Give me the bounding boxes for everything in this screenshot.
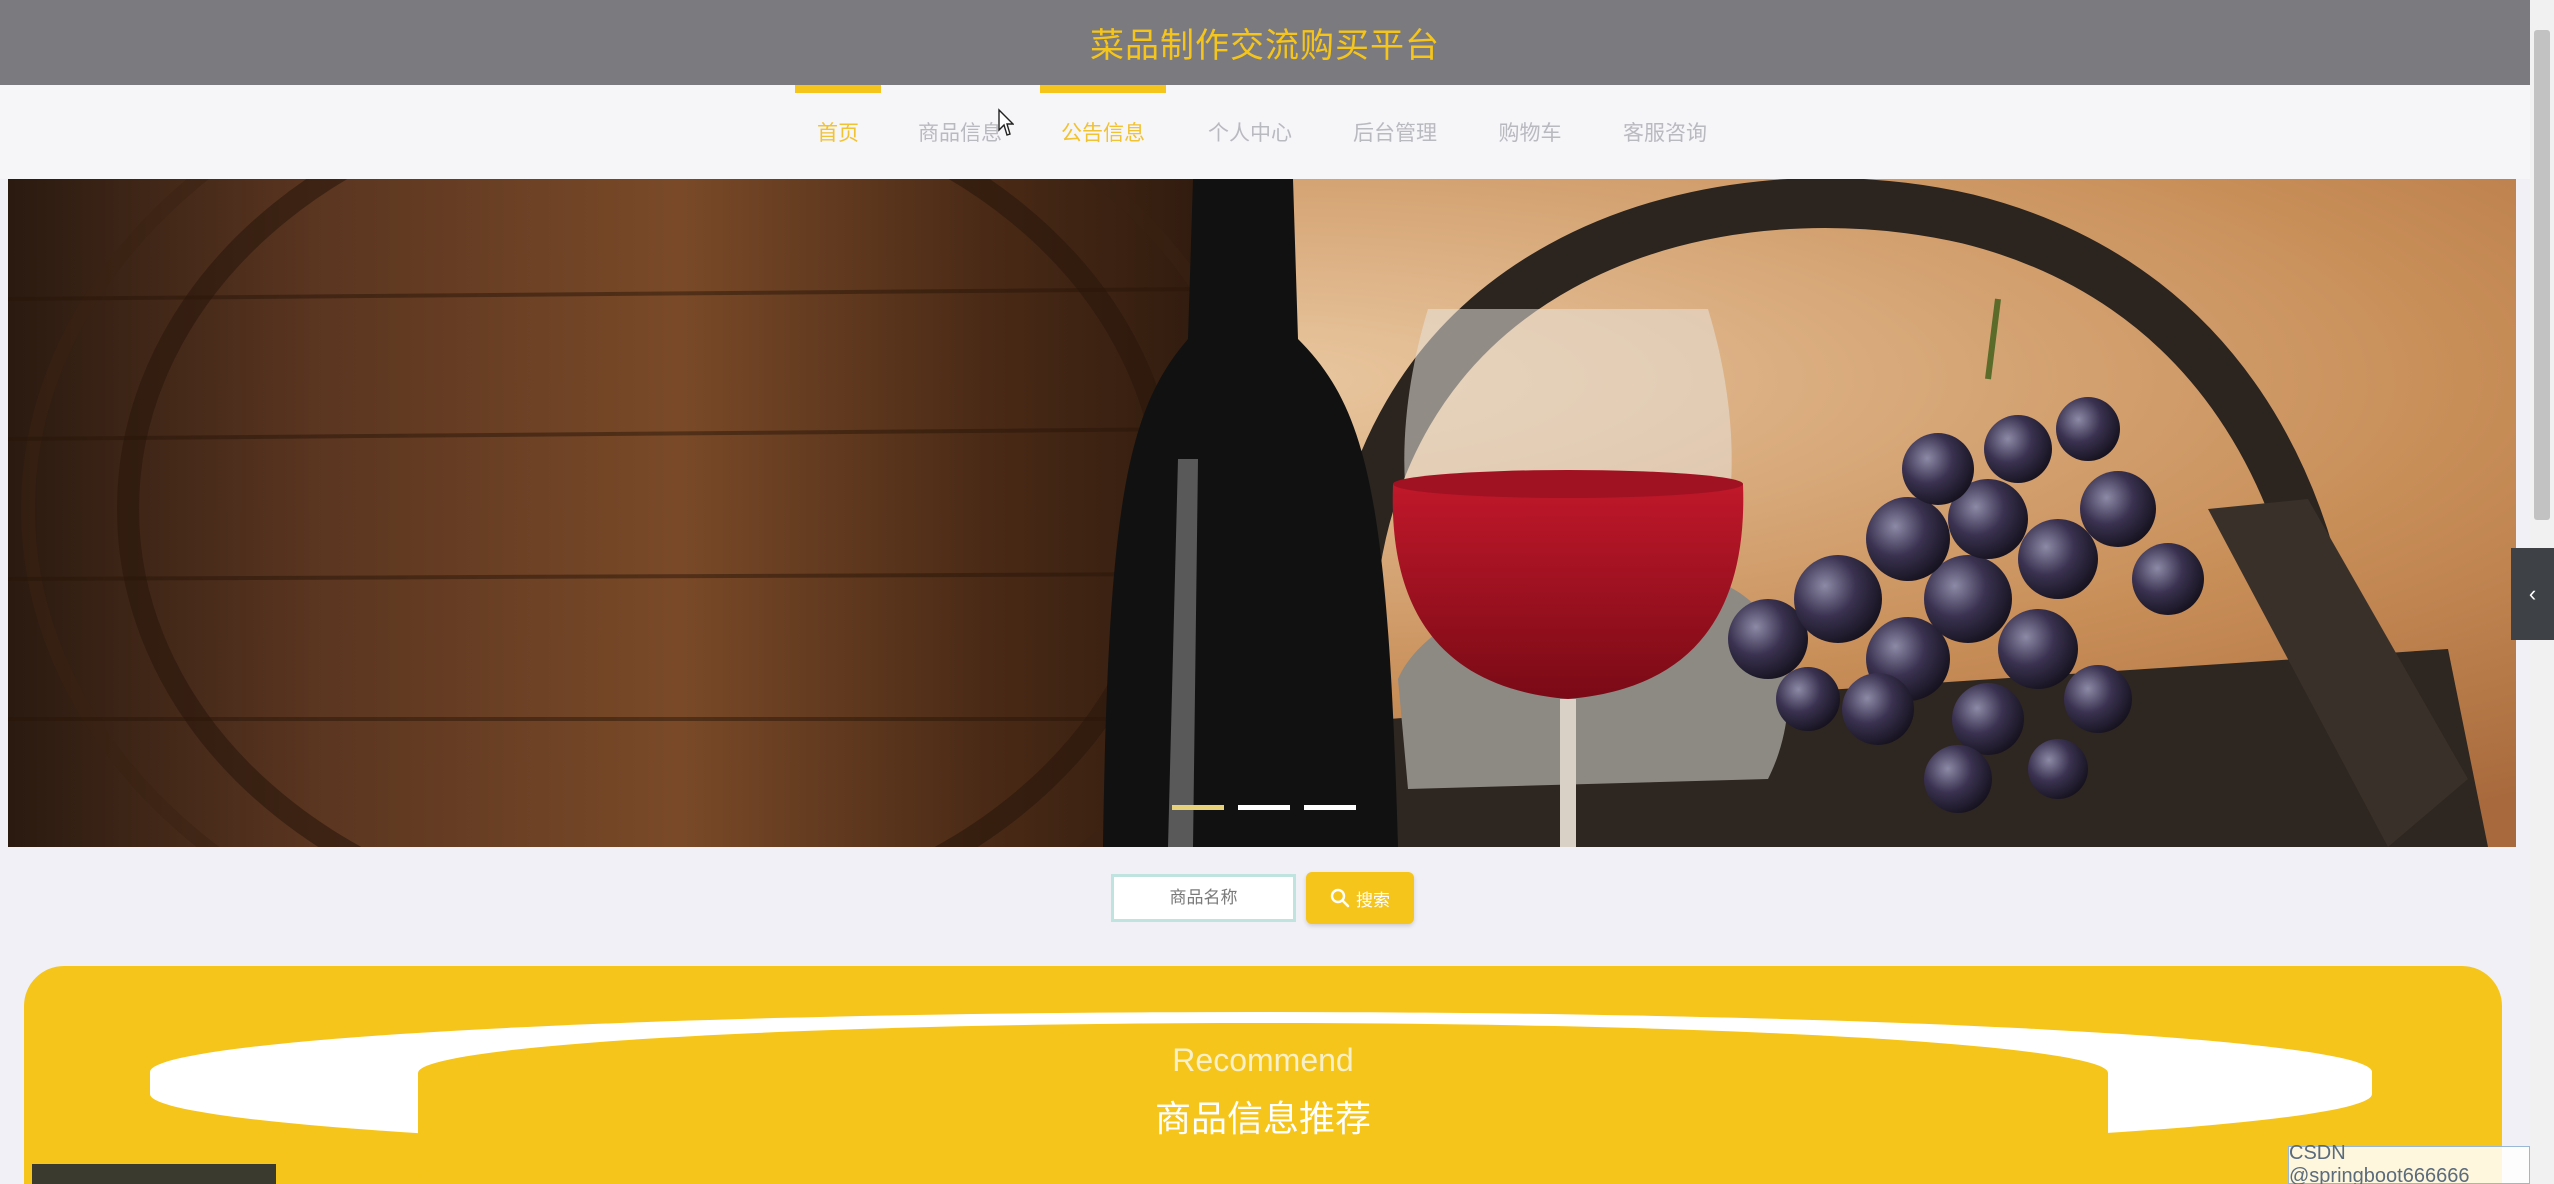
nav-item-label: 购物车 <box>1498 121 1562 145</box>
nav-item-cart[interactable]: 购物车 <box>1480 85 1580 179</box>
scrollbar-thumb[interactable] <box>2534 30 2550 520</box>
nav-item-announcements[interactable]: 公告信息 <box>1040 85 1166 179</box>
nav-item-home[interactable]: 首页 <box>795 85 881 179</box>
search-input[interactable] <box>1111 874 1296 922</box>
nav-item-customer-service[interactable]: 客服咨询 <box>1605 85 1725 179</box>
nav-item-label: 首页 <box>817 121 859 145</box>
nav-item-label: 后台管理 <box>1353 121 1437 145</box>
recommend-title-en: Recommend <box>1172 1042 1354 1078</box>
site-title: 菜品制作交流购买平台 <box>1090 26 1440 66</box>
search-button[interactable]: 搜索 <box>1306 872 1414 924</box>
watermark: CSDN @springboot666666 <box>2288 1142 2530 1184</box>
mouse-cursor-icon <box>998 108 1014 136</box>
nav-item-personal-center[interactable]: 个人中心 <box>1190 85 1310 179</box>
site-header: 菜品制作交流购买平台 <box>0 0 2530 85</box>
nav-item-label: 商品信息 <box>918 121 1002 145</box>
carousel-indicators <box>1172 805 1356 810</box>
search-icon <box>1330 888 1350 908</box>
page: 菜品制作交流购买平台 首页 商品信息 公告信息 个人中心 后台管理 购物车 客服… <box>0 0 2554 1184</box>
banner-carousel[interactable] <box>8 179 2516 847</box>
carousel-dot[interactable] <box>1238 805 1290 810</box>
nav-item-admin[interactable]: 后台管理 <box>1335 85 1455 179</box>
recommend-title-cn: 商品信息推荐 <box>1154 1099 1371 1140</box>
bottom-strip <box>32 1164 276 1184</box>
carousel-dot[interactable] <box>1304 805 1356 810</box>
carousel-dot[interactable] <box>1172 805 1224 810</box>
side-panel-toggle[interactable]: ‹ <box>2511 548 2554 640</box>
nav-item-label: 客服咨询 <box>1623 121 1707 145</box>
chevron-left-icon: ‹ <box>2528 581 2537 606</box>
nav-item-label: 公告信息 <box>1061 121 1145 145</box>
nav-active-indicator <box>795 85 881 93</box>
nav-item-label: 个人中心 <box>1208 121 1292 145</box>
nav-active-indicator <box>1040 85 1166 93</box>
banner-image <box>8 179 2516 847</box>
main-nav: 首页 商品信息 公告信息 个人中心 后台管理 购物车 客服咨询 <box>0 85 2530 179</box>
search-button-label: 搜索 <box>1356 890 1390 911</box>
